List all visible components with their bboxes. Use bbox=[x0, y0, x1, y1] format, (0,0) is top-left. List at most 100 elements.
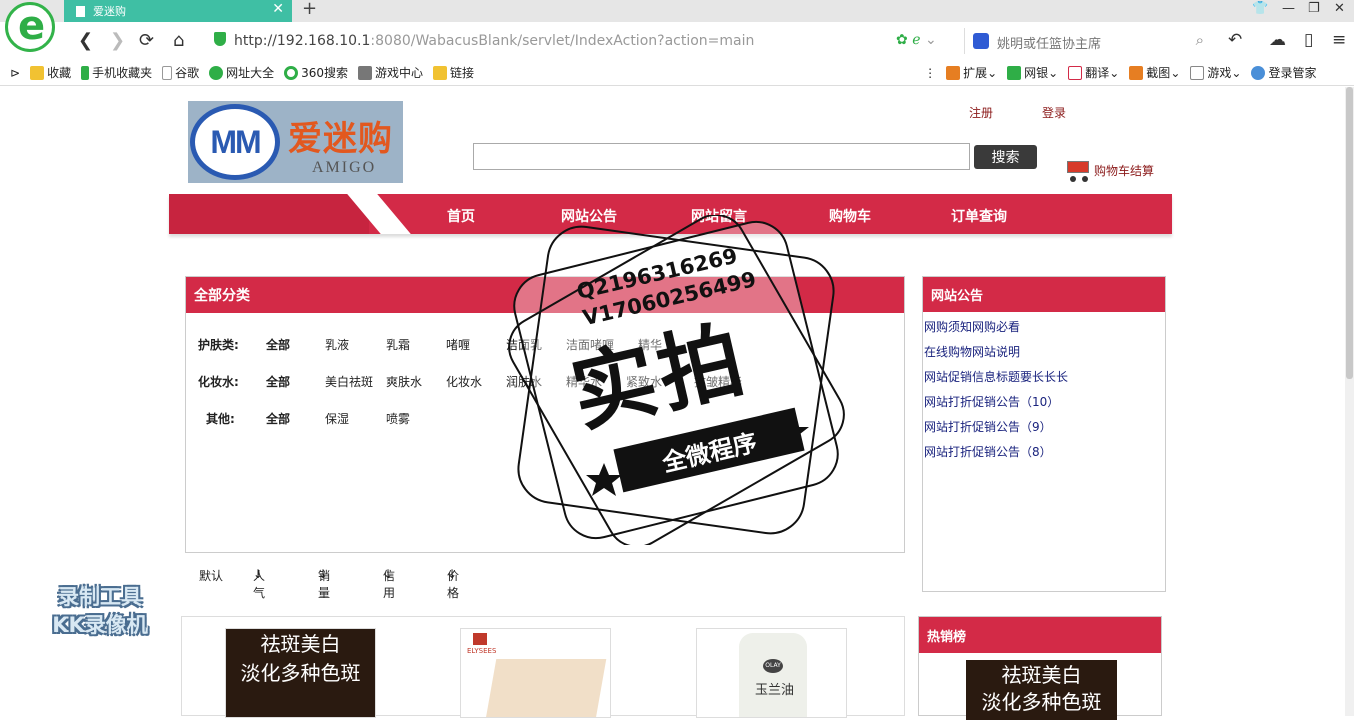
sort-credit[interactable]: 信用 ↓ bbox=[383, 567, 395, 600]
undo-icon[interactable]: ↶ bbox=[1228, 30, 1242, 50]
category-item[interactable]: 洁面啫喱 bbox=[566, 336, 614, 353]
notice-item[interactable]: 网站打折促销公告（9） bbox=[924, 418, 1052, 435]
category-item[interactable]: 全部 bbox=[266, 410, 290, 427]
baidu-icon bbox=[973, 33, 989, 49]
notice-item[interactable]: 网购须知网购必看 bbox=[924, 318, 1020, 335]
cloud-icon[interactable]: ☁ bbox=[1269, 30, 1286, 50]
browser-tab[interactable]: 爱迷购 ✕ bbox=[64, 0, 292, 22]
category-item[interactable]: 乳霜 bbox=[386, 336, 410, 353]
page-scrollbar[interactable] bbox=[1345, 87, 1354, 716]
sort-sales[interactable]: 销量 ↓ bbox=[318, 567, 330, 600]
sidebar-toggle-icon[interactable]: ⊳ bbox=[10, 66, 20, 80]
browser-tab-bar: 爱迷购 ✕ + 👕 — ❐ ✕ bbox=[0, 0, 1354, 22]
tab-title: 爱迷购 bbox=[93, 5, 126, 18]
forward-icon[interactable]: ❯ bbox=[110, 30, 125, 51]
browser-search-placeholder: 姚明或任篮协主席 bbox=[997, 37, 1102, 52]
hot-promo-line1: 祛斑美白 bbox=[1001, 663, 1082, 687]
register-link[interactable]: 注册 bbox=[969, 104, 993, 121]
bookmark-google[interactable]: 谷歌 bbox=[162, 64, 199, 81]
site-search-input[interactable] bbox=[473, 143, 970, 170]
skin-icon[interactable]: 👕 bbox=[1252, 1, 1268, 16]
notice-item[interactable]: 网站促销信息标题要长长长 bbox=[924, 368, 1068, 385]
more-icon[interactable]: ⋮ bbox=[924, 66, 936, 80]
category-title: 全部分类 bbox=[186, 277, 904, 313]
site-search-button[interactable]: 搜索 bbox=[974, 145, 1037, 169]
tool-bank[interactable]: 网银 ⌄ bbox=[1007, 64, 1058, 81]
addr-extension-icons[interactable]: ✿ ℯ ⌄ bbox=[896, 32, 937, 48]
nav-orders[interactable]: 订单查询 bbox=[951, 206, 1007, 226]
home-icon[interactable]: ⌂ bbox=[173, 30, 184, 51]
nav-message[interactable]: 网站留言 bbox=[691, 206, 747, 226]
hot-product-image[interactable]: 祛斑美白 淡化多种色斑 bbox=[966, 660, 1117, 720]
main-nav: 首页 网站公告 网站留言 购物车 订单查询 bbox=[169, 194, 1172, 234]
url-field[interactable]: http://192.168.10.1:8080/WabacusBlank/se… bbox=[234, 33, 754, 49]
category-item[interactable]: 全部 bbox=[266, 373, 290, 390]
category-item[interactable]: 美白祛斑 bbox=[325, 373, 373, 390]
notice-title: 网站公告 bbox=[923, 277, 1165, 312]
menu-icon[interactable]: ≡ bbox=[1332, 30, 1346, 50]
sort-popularity[interactable]: 人气 ↓ bbox=[253, 567, 265, 600]
category-panel: 全部分类 护肤类: 全部 乳液 乳霜 啫喱 洁面乳 洁面啫喱 精华 化妆水: 全… bbox=[185, 276, 905, 553]
scrollbar-thumb[interactable] bbox=[1346, 87, 1353, 379]
mobile-icon[interactable]: ▯ bbox=[1304, 30, 1313, 50]
product-card[interactable]: 祛斑美白 淡化多种色斑 bbox=[225, 628, 376, 718]
product-promo-line2: 淡化多种色斑 bbox=[240, 661, 361, 685]
tab-close-icon[interactable]: ✕ bbox=[272, 1, 284, 17]
product-promo-line1: 祛斑美白 bbox=[260, 632, 341, 656]
maximize-button[interactable]: ❐ bbox=[1308, 1, 1320, 16]
bookmark-links[interactable]: 链接 bbox=[433, 64, 474, 81]
product-card[interactable]: ELYSEES bbox=[460, 628, 611, 718]
back-icon[interactable]: ❮ bbox=[78, 30, 93, 51]
sort-default[interactable]: 默认 bbox=[199, 567, 223, 584]
hot-sales-panel: 热销榜 祛斑美白 淡化多种色斑 bbox=[918, 616, 1162, 720]
browser-search-box[interactable]: 姚明或任篮协主席 ⌕ bbox=[964, 28, 1214, 54]
notice-item[interactable]: 网站打折促销公告（8） bbox=[924, 443, 1052, 460]
notice-panel: 网站公告 网购须知网购必看 在线购物网站说明 网站促销信息标题要长长长 网站打折… bbox=[922, 276, 1166, 592]
category-item[interactable]: 紧致水 bbox=[626, 373, 662, 390]
category-item[interactable]: 精华 bbox=[638, 336, 662, 353]
category-item[interactable]: 洁面乳 bbox=[506, 336, 542, 353]
login-link[interactable]: 登录 bbox=[1042, 104, 1066, 121]
category-item[interactable]: 啫喱 bbox=[446, 336, 470, 353]
category-item[interactable]: 保湿 bbox=[325, 410, 349, 427]
category-item[interactable]: 润肤水 bbox=[506, 373, 542, 390]
elysees-logo-icon bbox=[473, 633, 487, 645]
sort-bar: 默认 人气 ↓ 销量 ↓ 信用 ↓ 价格 ↓ bbox=[185, 567, 905, 600]
security-shield-icon bbox=[214, 32, 226, 46]
nav-notice[interactable]: 网站公告 bbox=[561, 206, 617, 226]
product-card[interactable]: OLAY 玉兰油 bbox=[696, 628, 847, 718]
bookmark-favorites[interactable]: 收藏 bbox=[30, 64, 71, 81]
notice-item[interactable]: 在线购物网站说明 bbox=[924, 343, 1020, 360]
tool-extensions[interactable]: 扩展 ⌄ bbox=[946, 64, 997, 81]
category-item[interactable]: 精华水 bbox=[566, 373, 602, 390]
category-item[interactable]: 化妆水 bbox=[446, 373, 482, 390]
minimize-button[interactable]: — bbox=[1282, 1, 1295, 16]
nav-home[interactable]: 首页 bbox=[447, 206, 475, 226]
sort-price[interactable]: 价格 ↓ bbox=[447, 567, 459, 600]
notice-item[interactable]: 网站打折促销公告（10） bbox=[924, 393, 1059, 410]
category-item[interactable]: 全部 bbox=[266, 336, 290, 353]
tool-screenshot[interactable]: 截图 ⌄ bbox=[1129, 64, 1180, 81]
bookmark-games[interactable]: 游戏中心 bbox=[358, 64, 423, 81]
logo-badge: MM bbox=[190, 104, 280, 180]
nav-cart[interactable]: 购物车 bbox=[829, 206, 871, 226]
reload-icon[interactable]: ⟳ bbox=[139, 30, 154, 51]
new-tab-button[interactable]: + bbox=[302, 0, 317, 19]
cart-checkout[interactable]: 购物车结算 bbox=[1062, 157, 1154, 183]
category-item[interactable]: 喷雾 bbox=[386, 410, 410, 427]
search-icon[interactable]: ⌕ bbox=[1196, 31, 1204, 49]
category-item[interactable]: 爽肤水 bbox=[386, 373, 422, 390]
bookmark-360[interactable]: 360搜索 bbox=[284, 64, 348, 81]
tool-login-manager[interactable]: 登录管家 bbox=[1251, 64, 1316, 81]
bookmark-hao[interactable]: 网址大全 bbox=[209, 64, 274, 81]
category-item[interactable]: 抗皱精华 bbox=[694, 373, 742, 390]
address-bar: ❮ ❯ ⟳ ⌂ http://192.168.10.1:8080/Wabacus… bbox=[0, 22, 1354, 60]
close-window-button[interactable]: ✕ bbox=[1334, 1, 1345, 16]
category-label: 其他: bbox=[206, 412, 235, 426]
tool-games[interactable]: 游戏 ⌄ bbox=[1190, 64, 1241, 81]
logo-cn: 爱迷购 bbox=[288, 119, 393, 159]
bookmark-mobile[interactable]: 手机收藏夹 bbox=[81, 64, 152, 81]
category-item[interactable]: 乳液 bbox=[325, 336, 349, 353]
tool-translate[interactable]: 翻译 ⌄ bbox=[1068, 64, 1119, 81]
site-logo[interactable]: MM 爱迷购 AMIGO bbox=[188, 101, 403, 183]
